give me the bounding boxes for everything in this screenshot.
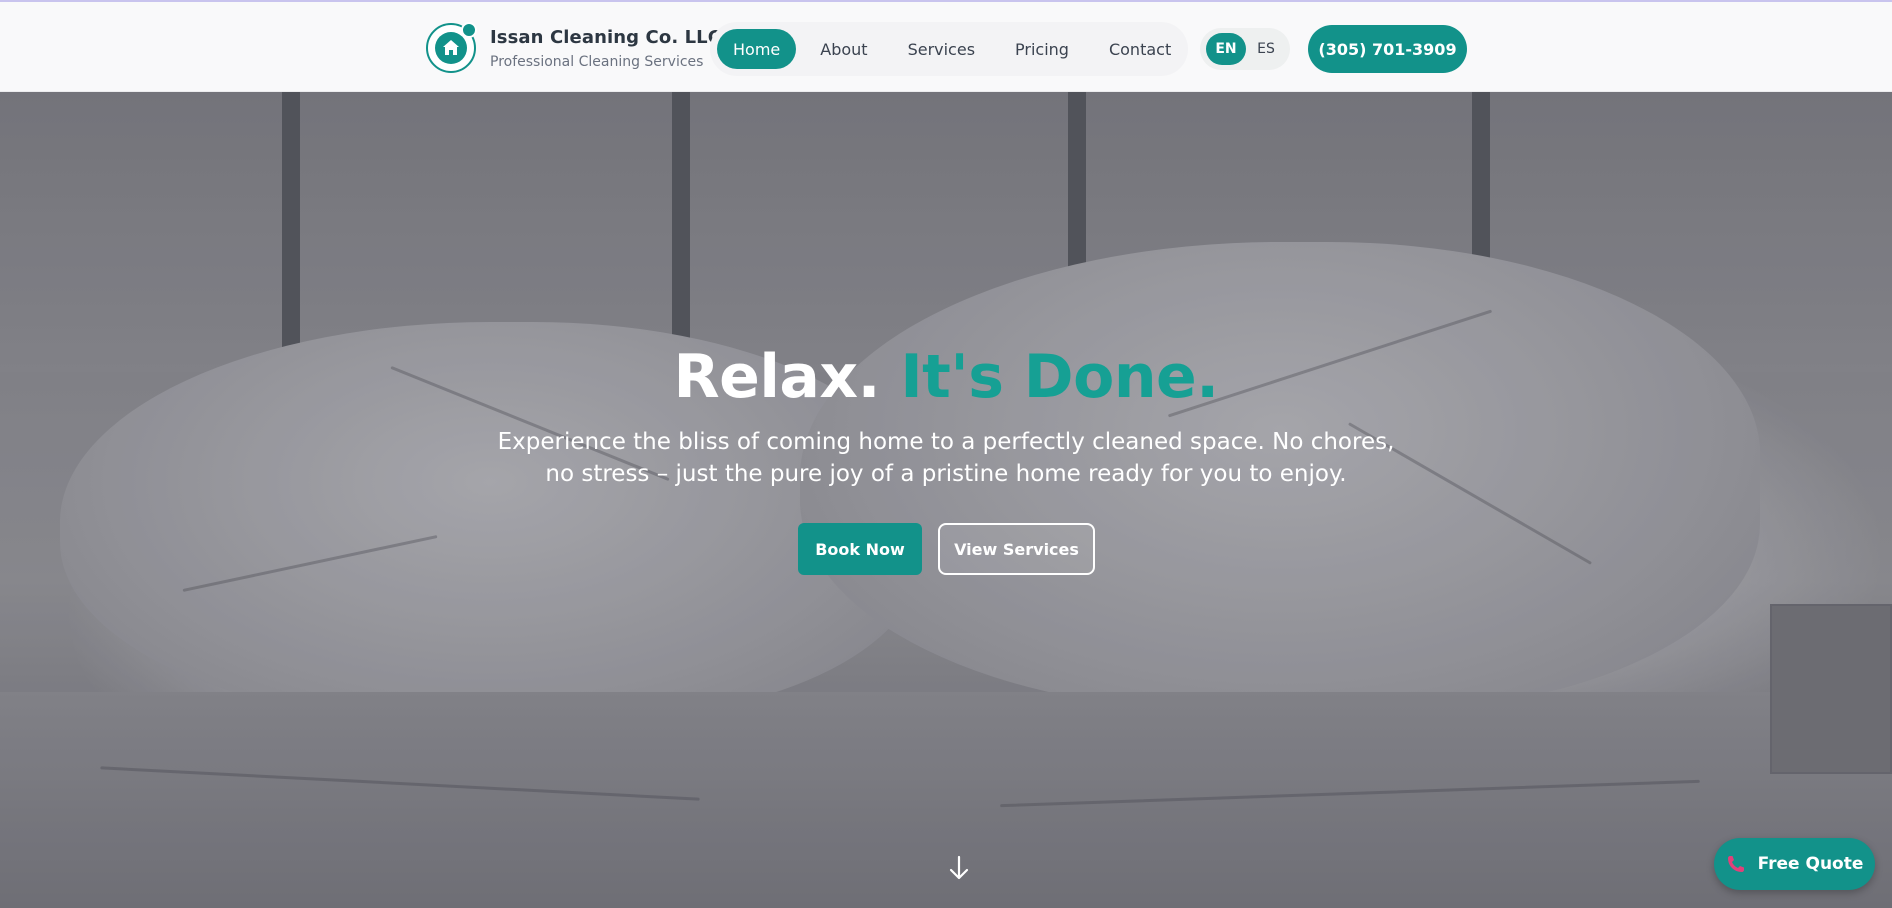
free-quote-button[interactable]: Free Quote — [1714, 838, 1875, 890]
phone-icon — [1726, 854, 1746, 874]
nav-contact[interactable]: Contact — [1093, 29, 1187, 69]
nav-about[interactable]: About — [804, 29, 883, 69]
brand[interactable]: Issan Cleaning Co. LLC Professional Clea… — [426, 22, 721, 74]
lang-es-button[interactable]: ES — [1246, 33, 1286, 65]
phone-button[interactable]: (305) 701-3909 — [1308, 25, 1467, 73]
hero-title-main: Relax. — [673, 342, 880, 412]
home-icon — [435, 32, 467, 64]
nav-services[interactable]: Services — [892, 29, 991, 69]
brand-tagline: Professional Cleaning Services — [490, 53, 704, 70]
hero-subtitle: Experience the bliss of coming home to a… — [497, 429, 1395, 487]
language-switcher: EN ES — [1200, 28, 1290, 70]
nav-home[interactable]: Home — [717, 29, 797, 69]
main-nav: Home About Services Pricing Contact — [710, 22, 1188, 76]
nav-pricing[interactable]: Pricing — [999, 29, 1085, 69]
logo — [426, 22, 477, 73]
hero-title: Relax. It's Done. — [0, 342, 1892, 412]
lang-en-button[interactable]: EN — [1206, 33, 1246, 65]
arrow-down-icon[interactable] — [946, 854, 972, 882]
hero-section: Relax. It's Done. Experience the bliss o… — [0, 92, 1892, 908]
free-quote-label: Free Quote — [1757, 854, 1864, 874]
hero-title-accent: It's Done. — [900, 342, 1219, 412]
logo-badge-dot — [461, 22, 477, 38]
brand-name: Issan Cleaning Co. LLC — [490, 26, 722, 48]
site-header: Issan Cleaning Co. LLC Professional Clea… — [0, 2, 1892, 92]
book-now-button[interactable]: Book Now — [798, 523, 922, 575]
view-services-button[interactable]: View Services — [938, 523, 1095, 575]
